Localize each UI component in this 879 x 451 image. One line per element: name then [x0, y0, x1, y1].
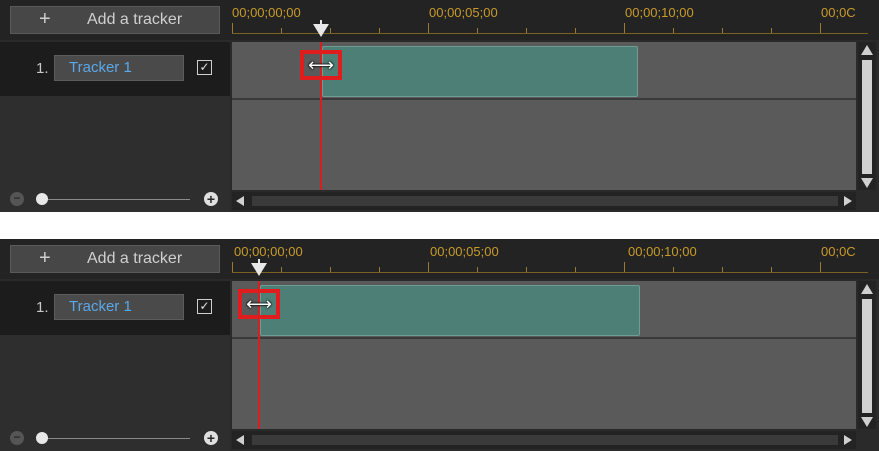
ruler-tick: [820, 262, 821, 272]
track-number: 1.: [36, 299, 49, 316]
toolbar: + Add a tracker 00;00;00;00 00;00;05;00 …: [0, 0, 879, 40]
add-tracker-label: Add a tracker: [87, 250, 183, 267]
ruler-tick: [673, 267, 674, 272]
zoom-slider[interactable]: − +: [6, 431, 224, 447]
scroll-right-icon[interactable]: [844, 435, 852, 445]
track-row[interactable]: 1. Tracker 1 ✓: [0, 42, 230, 96]
track-number: 1.: [36, 60, 49, 77]
timecode-label: 00;00;10;00: [628, 244, 697, 259]
ruler-tick: [575, 267, 576, 272]
ruler-tick: [477, 28, 478, 33]
ruler-baseline: [232, 272, 868, 273]
timecode-ruler[interactable]: 00;00;00;00 00;00;05;00 00;00;10;00 00;0…: [232, 0, 868, 40]
track-list: 1. Tracker 1 ✓ − +: [0, 281, 230, 451]
vertical-scroll-thumb[interactable]: [862, 60, 872, 174]
tracker-clip[interactable]: [322, 46, 638, 97]
ruler-tick: [526, 28, 527, 33]
ruler-tick: [379, 28, 380, 33]
plus-icon: +: [39, 247, 51, 269]
zoom-track[interactable]: [42, 438, 190, 439]
vertical-scroll-thumb[interactable]: [862, 299, 872, 413]
timecode-label: 00;00;05;00: [430, 244, 499, 259]
zoom-in-icon[interactable]: +: [204, 431, 218, 445]
ruler-tick: [232, 23, 233, 33]
ruler-tick: [624, 23, 625, 33]
ruler-tick: [428, 23, 429, 33]
vertical-scrollbar[interactable]: [858, 42, 876, 190]
ruler-tick: [281, 267, 282, 272]
scroll-down-icon[interactable]: [861, 178, 873, 188]
playhead-icon[interactable]: [251, 263, 267, 276]
track-name-field[interactable]: Tracker 1: [54, 55, 184, 81]
ruler-tick: [330, 267, 331, 272]
timecode-label: 00;0C: [821, 5, 856, 20]
scroll-up-icon[interactable]: [861, 45, 873, 55]
zoom-knob[interactable]: [36, 193, 48, 205]
horizontal-scrollbar[interactable]: [232, 431, 856, 449]
add-tracker-button[interactable]: + Add a tracker: [10, 6, 220, 34]
timecode-label: 00;0C: [821, 244, 856, 259]
tracker-panel-after: + Add a tracker 00;00;00;00 00;00;05;00 …: [0, 239, 879, 451]
zoom-slider[interactable]: − +: [6, 192, 224, 208]
track-row[interactable]: 1. Tracker 1 ✓: [0, 281, 230, 335]
zoom-in-icon[interactable]: +: [204, 192, 218, 206]
zoom-knob[interactable]: [36, 432, 48, 444]
track-list: 1. Tracker 1 ✓ − +: [0, 42, 230, 212]
ruler-tick: [281, 28, 282, 33]
scroll-left-icon[interactable]: [236, 196, 244, 206]
row-divider: [232, 337, 856, 339]
ruler-tick: [771, 28, 772, 33]
tracker-clip[interactable]: [260, 285, 640, 336]
ruler-tick: [575, 28, 576, 33]
scroll-left-icon[interactable]: [236, 435, 244, 445]
timecode-label: 00;00;05;00: [429, 5, 498, 20]
zoom-out-icon[interactable]: −: [10, 192, 24, 206]
playhead-icon[interactable]: [313, 24, 329, 37]
ruler-tick: [428, 262, 429, 272]
checkbox-icon[interactable]: ✓: [197, 60, 212, 75]
row-divider: [232, 98, 856, 100]
resize-horizontal-cursor-icon: ⟷: [308, 55, 334, 75]
ruler-tick: [526, 267, 527, 272]
zoom-out-icon[interactable]: −: [10, 431, 24, 445]
horizontal-scrollbar[interactable]: [232, 192, 856, 210]
ruler-tick: [771, 267, 772, 272]
add-tracker-button[interactable]: + Add a tracker: [10, 245, 220, 273]
ruler-tick: [673, 28, 674, 33]
ruler-tick: [232, 262, 233, 272]
scroll-down-icon[interactable]: [861, 417, 873, 427]
timecode-label: 00;00;00;00: [232, 5, 301, 20]
scroll-right-icon[interactable]: [844, 196, 852, 206]
horizontal-scroll-track[interactable]: [252, 435, 838, 445]
scroll-up-icon[interactable]: [861, 284, 873, 294]
ruler-tick: [624, 262, 625, 272]
timecode-label: 00;00;10;00: [625, 5, 694, 20]
ruler-tick: [330, 28, 331, 33]
ruler-tick: [722, 28, 723, 33]
horizontal-scroll-track[interactable]: [252, 196, 838, 206]
ruler-tick: [379, 267, 380, 272]
ruler-tick: [820, 23, 821, 33]
zoom-track[interactable]: [42, 199, 190, 200]
resize-horizontal-cursor-icon: ⟷: [246, 294, 272, 314]
timecode-label: 00;00;00;00: [234, 244, 303, 259]
add-tracker-label: Add a tracker: [87, 11, 183, 28]
resize-handle-highlight[interactable]: ⟷: [300, 50, 342, 80]
ruler-tick: [477, 267, 478, 272]
tracker-panel-before: + Add a tracker 00;00;00;00 00;00;05;00 …: [0, 0, 879, 212]
track-name-field[interactable]: Tracker 1: [54, 294, 184, 320]
timeline-area[interactable]: ⟷: [232, 42, 856, 190]
resize-handle-highlight[interactable]: ⟷: [238, 289, 280, 319]
ruler-tick: [722, 267, 723, 272]
timeline-area[interactable]: ⟷: [232, 281, 856, 429]
toolbar: + Add a tracker 00;00;00;00 00;00;05;00 …: [0, 239, 879, 279]
timecode-ruler[interactable]: 00;00;00;00 00;00;05;00 00;00;10;00 00;0…: [232, 239, 868, 279]
vertical-scrollbar[interactable]: [858, 281, 876, 429]
plus-icon: +: [39, 8, 51, 30]
checkbox-icon[interactable]: ✓: [197, 299, 212, 314]
